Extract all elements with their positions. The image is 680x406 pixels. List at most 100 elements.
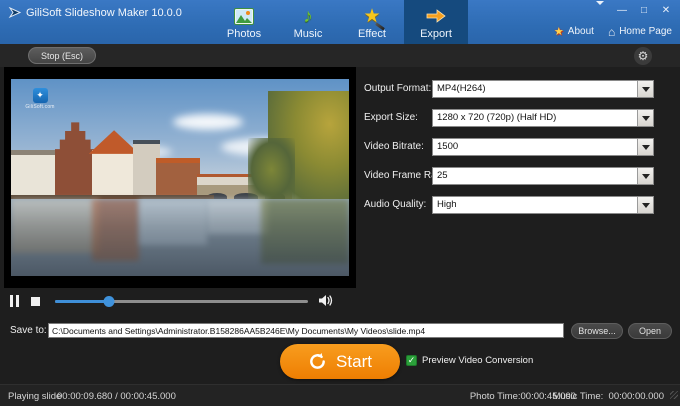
reflection-shape: [11, 199, 99, 253]
stop-esc-button[interactable]: Stop (Esc): [28, 47, 96, 64]
building-shape: [92, 150, 136, 201]
window-menu-icon[interactable]: [592, 3, 608, 17]
reflection-shape: [261, 199, 349, 264]
pause-icon: [10, 295, 13, 307]
tab-export[interactable]: Export: [404, 0, 468, 44]
gear-icon: ⚙: [638, 50, 649, 62]
selected-value: MP4(H264): [433, 81, 637, 97]
toolbar: Stop (Esc) ⚙: [0, 44, 680, 67]
main-tabs: Photos ♪ Music ★ Effect Export: [212, 0, 468, 44]
reflection-shape: [92, 199, 139, 260]
progress-slider[interactable]: [55, 300, 308, 303]
field-label: Output Format:: [364, 83, 431, 94]
settings-button[interactable]: ⚙: [634, 47, 652, 65]
chevron-down-icon: [642, 87, 650, 92]
refresh-icon: [308, 352, 327, 371]
water-shape: [11, 199, 349, 276]
home-page-label: Home Page: [619, 26, 672, 37]
status-playback-time: 00:00:09.680 / 00:00:45.000: [57, 391, 176, 402]
frame-rate-select[interactable]: 25: [432, 167, 654, 185]
close-button[interactable]: ✕: [658, 3, 674, 17]
about-label: About: [568, 26, 594, 37]
cloud-shape: [173, 114, 243, 130]
checkbox-checked-icon[interactable]: ✓: [406, 355, 417, 366]
dropdown-button[interactable]: [637, 81, 653, 97]
photos-icon: [234, 4, 254, 28]
window-controls: — □ ✕: [592, 3, 674, 17]
field-label: Video Bitrate:: [364, 141, 424, 152]
tab-label: Photos: [227, 28, 261, 40]
window-title: GiliSoft Slideshow Maker 10.0.0: [26, 7, 182, 19]
home-icon: ⌂: [608, 27, 615, 37]
magic-star-icon: ★: [363, 4, 380, 28]
progress-fill: [55, 300, 109, 303]
minimize-button[interactable]: —: [614, 3, 630, 17]
save-path-input[interactable]: [48, 323, 564, 338]
slideshow-image: ✦ GiliSoft.com: [11, 79, 349, 276]
dropdown-button[interactable]: [637, 110, 653, 126]
status-playing-label: Playing slide: [8, 391, 61, 402]
field-video-frame-rate: Video Frame Rate: 25: [364, 167, 664, 185]
trees-shape: [248, 138, 295, 201]
chevron-down-icon: [642, 116, 650, 121]
selected-value: High: [433, 197, 637, 213]
title-bar: GiliSoft Slideshow Maker 10.0.0 — □ ✕ Ph…: [0, 0, 680, 44]
preview-conversion-option[interactable]: ✓ Preview Video Conversion: [406, 355, 533, 366]
selected-value: 1500: [433, 139, 637, 155]
field-output-format: Output Format: MP4(H264): [364, 80, 664, 98]
status-music-time: Music Time: 00:00:00.000: [553, 391, 664, 402]
reflection-shape: [207, 199, 268, 234]
maximize-button[interactable]: □: [636, 3, 652, 17]
video-preview-frame: ✦ GiliSoft.com: [4, 67, 356, 288]
progress-thumb[interactable]: [104, 296, 115, 307]
browse-button[interactable]: Browse...: [571, 323, 623, 339]
output-format-select[interactable]: MP4(H264): [432, 80, 654, 98]
dropdown-button[interactable]: [637, 139, 653, 155]
field-audio-quality: Audio Quality: High: [364, 196, 664, 214]
watermark: ✦ GiliSoft.com: [21, 88, 59, 110]
chevron-down-icon: [642, 174, 650, 179]
video-bitrate-select[interactable]: 1500: [432, 138, 654, 156]
reflection-shape: [139, 199, 207, 245]
start-button[interactable]: Start: [280, 344, 400, 379]
header-links: ★ About ⌂ Home Page: [554, 25, 672, 38]
tab-label: Music: [294, 28, 323, 40]
watermark-text: GiliSoft.com: [21, 104, 59, 110]
selected-value: 1280 x 720 (720p) (Half HD): [433, 110, 637, 126]
dropdown-button[interactable]: [637, 168, 653, 184]
resize-grip[interactable]: [670, 391, 678, 399]
field-export-size: Export Size: 1280 x 720 (720p) (Half HD): [364, 109, 664, 127]
music-note-icon: ♪: [303, 4, 313, 28]
save-row: Save to: Browse... Open: [0, 320, 680, 340]
tab-effect[interactable]: ★ Effect: [340, 0, 404, 44]
field-label: Export Size:: [364, 112, 418, 123]
tab-label: Export: [420, 28, 452, 40]
export-size-select[interactable]: 1280 x 720 (720p) (Half HD): [432, 109, 654, 127]
building-shape: [55, 122, 96, 201]
home-page-link[interactable]: ⌂ Home Page: [608, 26, 672, 37]
dropdown-button[interactable]: [637, 197, 653, 213]
preview-conversion-label: Preview Video Conversion: [422, 355, 533, 366]
audio-quality-select[interactable]: High: [432, 196, 654, 214]
chevron-down-icon: [642, 203, 650, 208]
tab-music[interactable]: ♪ Music: [276, 0, 340, 44]
pause-icon: [16, 295, 19, 307]
about-icon: ★: [554, 25, 564, 38]
selected-value: 25: [433, 168, 637, 184]
save-to-label: Save to:: [10, 325, 47, 336]
chevron-down-icon: [642, 145, 650, 150]
stop-playback-button[interactable]: [31, 297, 40, 306]
speaker-icon: [318, 294, 333, 307]
status-bar: Playing slide 00:00:09.680 / 00:00:45.00…: [0, 384, 680, 406]
field-video-bitrate: Video Bitrate: 1500: [364, 138, 664, 156]
app-window: GiliSoft Slideshow Maker 10.0.0 — □ ✕ Ph…: [0, 0, 680, 406]
about-link[interactable]: ★ About: [554, 25, 594, 38]
field-label: Audio Quality:: [364, 199, 426, 210]
watermark-logo-icon: ✦: [33, 88, 48, 103]
start-label: Start: [336, 352, 372, 372]
building-shape: [11, 150, 62, 201]
volume-button[interactable]: [318, 294, 333, 312]
open-button[interactable]: Open: [628, 323, 672, 339]
tab-photos[interactable]: Photos: [212, 0, 276, 44]
pause-button[interactable]: [10, 295, 20, 307]
